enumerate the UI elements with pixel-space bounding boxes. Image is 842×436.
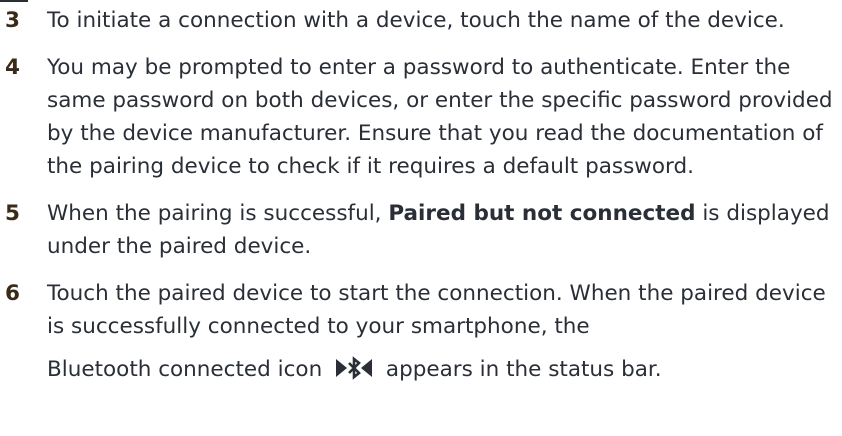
step-3: 3 To initiate a connection with a device… [0,4,842,37]
step-text-before-icon: Bluetooth connected icon [47,357,323,382]
top-rule [0,0,28,2]
step-text-line2: Bluetooth connected icon appears in the … [47,353,842,386]
step-6: 6 Touch the paired device to start the c… [0,277,842,386]
step-text: Touch the paired device to start the con… [47,281,842,386]
step-text-before: When the pairing is successful, [47,201,389,226]
bluetooth-connected-icon [335,356,373,380]
step-text: When the pairing is successful, Paired b… [47,201,830,259]
step-text-after-icon: appears in the status bar. [385,357,662,382]
step-text: You may be prompted to enter a password … [47,55,833,179]
step-4: 4 You may be prompted to enter a passwor… [0,51,842,183]
step-number: 4 [5,55,20,80]
step-text: To initiate a connection with a device, … [47,8,785,33]
step-5: 5 When the pairing is successful, Paired… [0,197,842,263]
paired-status-label: Paired but not connected [388,201,696,226]
step-number: 3 [5,8,20,33]
steps-list: 3 To initiate a connection with a device… [0,4,842,400]
step-number: 5 [5,201,20,226]
step-number: 6 [5,281,20,306]
step-text-line1: Touch the paired device to start the con… [47,281,826,339]
